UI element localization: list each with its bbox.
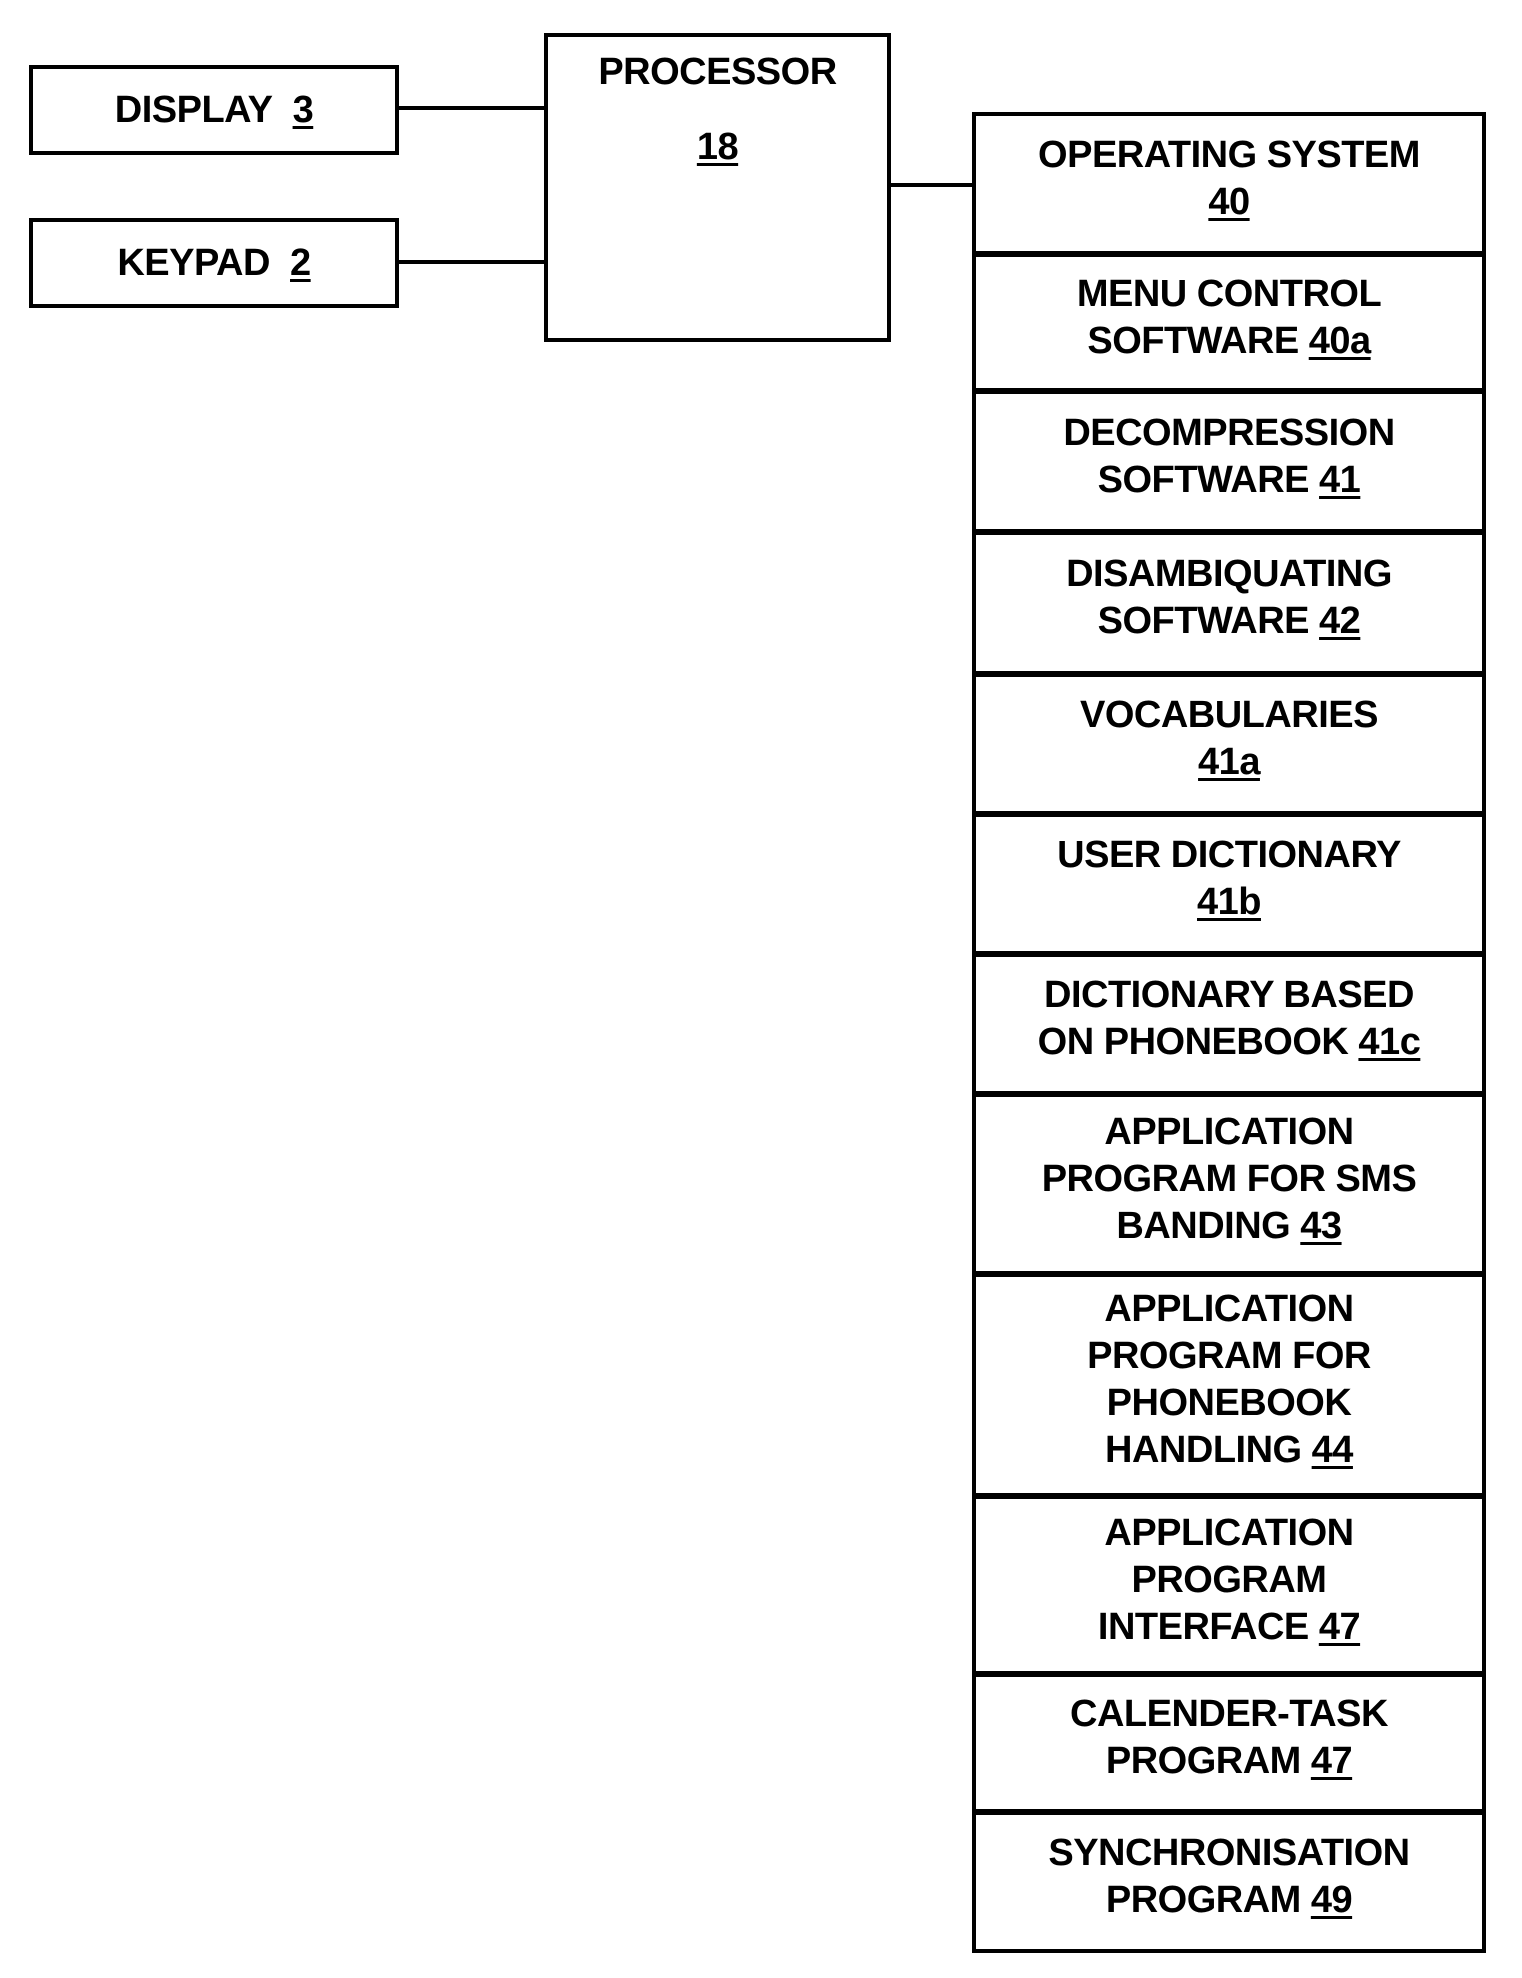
stack-item-ref: 43 (1300, 1204, 1342, 1247)
stack-item: OPERATING SYSTEM 40 (972, 112, 1486, 255)
stack-item-label: APPLICATION PROGRAM FOR SMS BANDING (1041, 1110, 1417, 1247)
display-box: DISPLAY 3 (29, 65, 399, 155)
stack-item: USER DICTIONARY 41b (972, 813, 1486, 955)
stack-item-label: USER DICTIONARY (1057, 834, 1401, 876)
stack-item-ref: 41b (1197, 881, 1261, 923)
display-label: DISPLAY (114, 88, 273, 131)
stack-item-ref: 40a (1308, 319, 1371, 362)
stack-item-label: OPERATING SYSTEM (1038, 133, 1420, 176)
keypad-box: KEYPAD 2 (29, 218, 399, 308)
stack-item: CALENDER-TASK PROGRAM 47 (972, 1673, 1486, 1813)
stack-item: SYNCHRONISATION PROGRAM 49 (972, 1811, 1486, 1953)
stack-item-ref: 41c (1358, 1021, 1421, 1063)
processor-label: PROCESSOR (598, 51, 837, 93)
processor-ref: 18 (696, 126, 739, 168)
stack-item-ref: 47 (1310, 1740, 1353, 1782)
stack-item: DISAMBIQUATING SOFTWARE 42 (972, 531, 1486, 675)
stack-item-ref: 41 (1319, 458, 1361, 501)
stack-item-label: VOCABULARIES (1079, 694, 1379, 736)
stack-item-ref: 49 (1310, 1879, 1353, 1921)
stack-item-ref: 44 (1311, 1429, 1354, 1471)
stack-item: MENU CONTROL SOFTWARE 40a (972, 253, 1486, 392)
stack-item: APPLICATION PROGRAM FOR PHONEBOOK HANDLI… (972, 1273, 1486, 1497)
stack-item-ref: 42 (1319, 600, 1361, 642)
display-ref: 3 (292, 88, 314, 131)
stack-item-ref: 47 (1318, 1605, 1361, 1648)
stack-item: DICTIONARY BASED ON PHONEBOOK 41c (972, 953, 1486, 1095)
keypad-ref: 2 (290, 241, 311, 284)
display-processor-connector (397, 106, 546, 110)
keypad-processor-connector (397, 260, 546, 264)
processor-box: PROCESSOR 18 (544, 33, 891, 342)
stack-item: APPLICATION PROGRAM FOR SMS BANDING 43 (972, 1093, 1486, 1275)
software-stack: OPERATING SYSTEM 40 MENU CONTROL SOFTWARE… (972, 112, 1486, 1953)
stack-item: DECOMPRESSION SOFTWARE 41 (972, 390, 1486, 533)
stack-item-ref: 40 (1208, 180, 1250, 223)
stack-item: VOCABULARIES 41a (972, 673, 1486, 815)
keypad-label: KEYPAD (117, 241, 270, 284)
stack-item-ref: 41a (1198, 741, 1260, 783)
processor-os-connector (888, 183, 974, 187)
stack-item: APPLICATION PROGRAM INTERFACE 47 (972, 1495, 1486, 1675)
stack-item-label: SYNCHRONISATION PROGRAM (1048, 1832, 1410, 1921)
stack-item-label: APPLICATION PROGRAM INTERFACE (1097, 1511, 1354, 1648)
